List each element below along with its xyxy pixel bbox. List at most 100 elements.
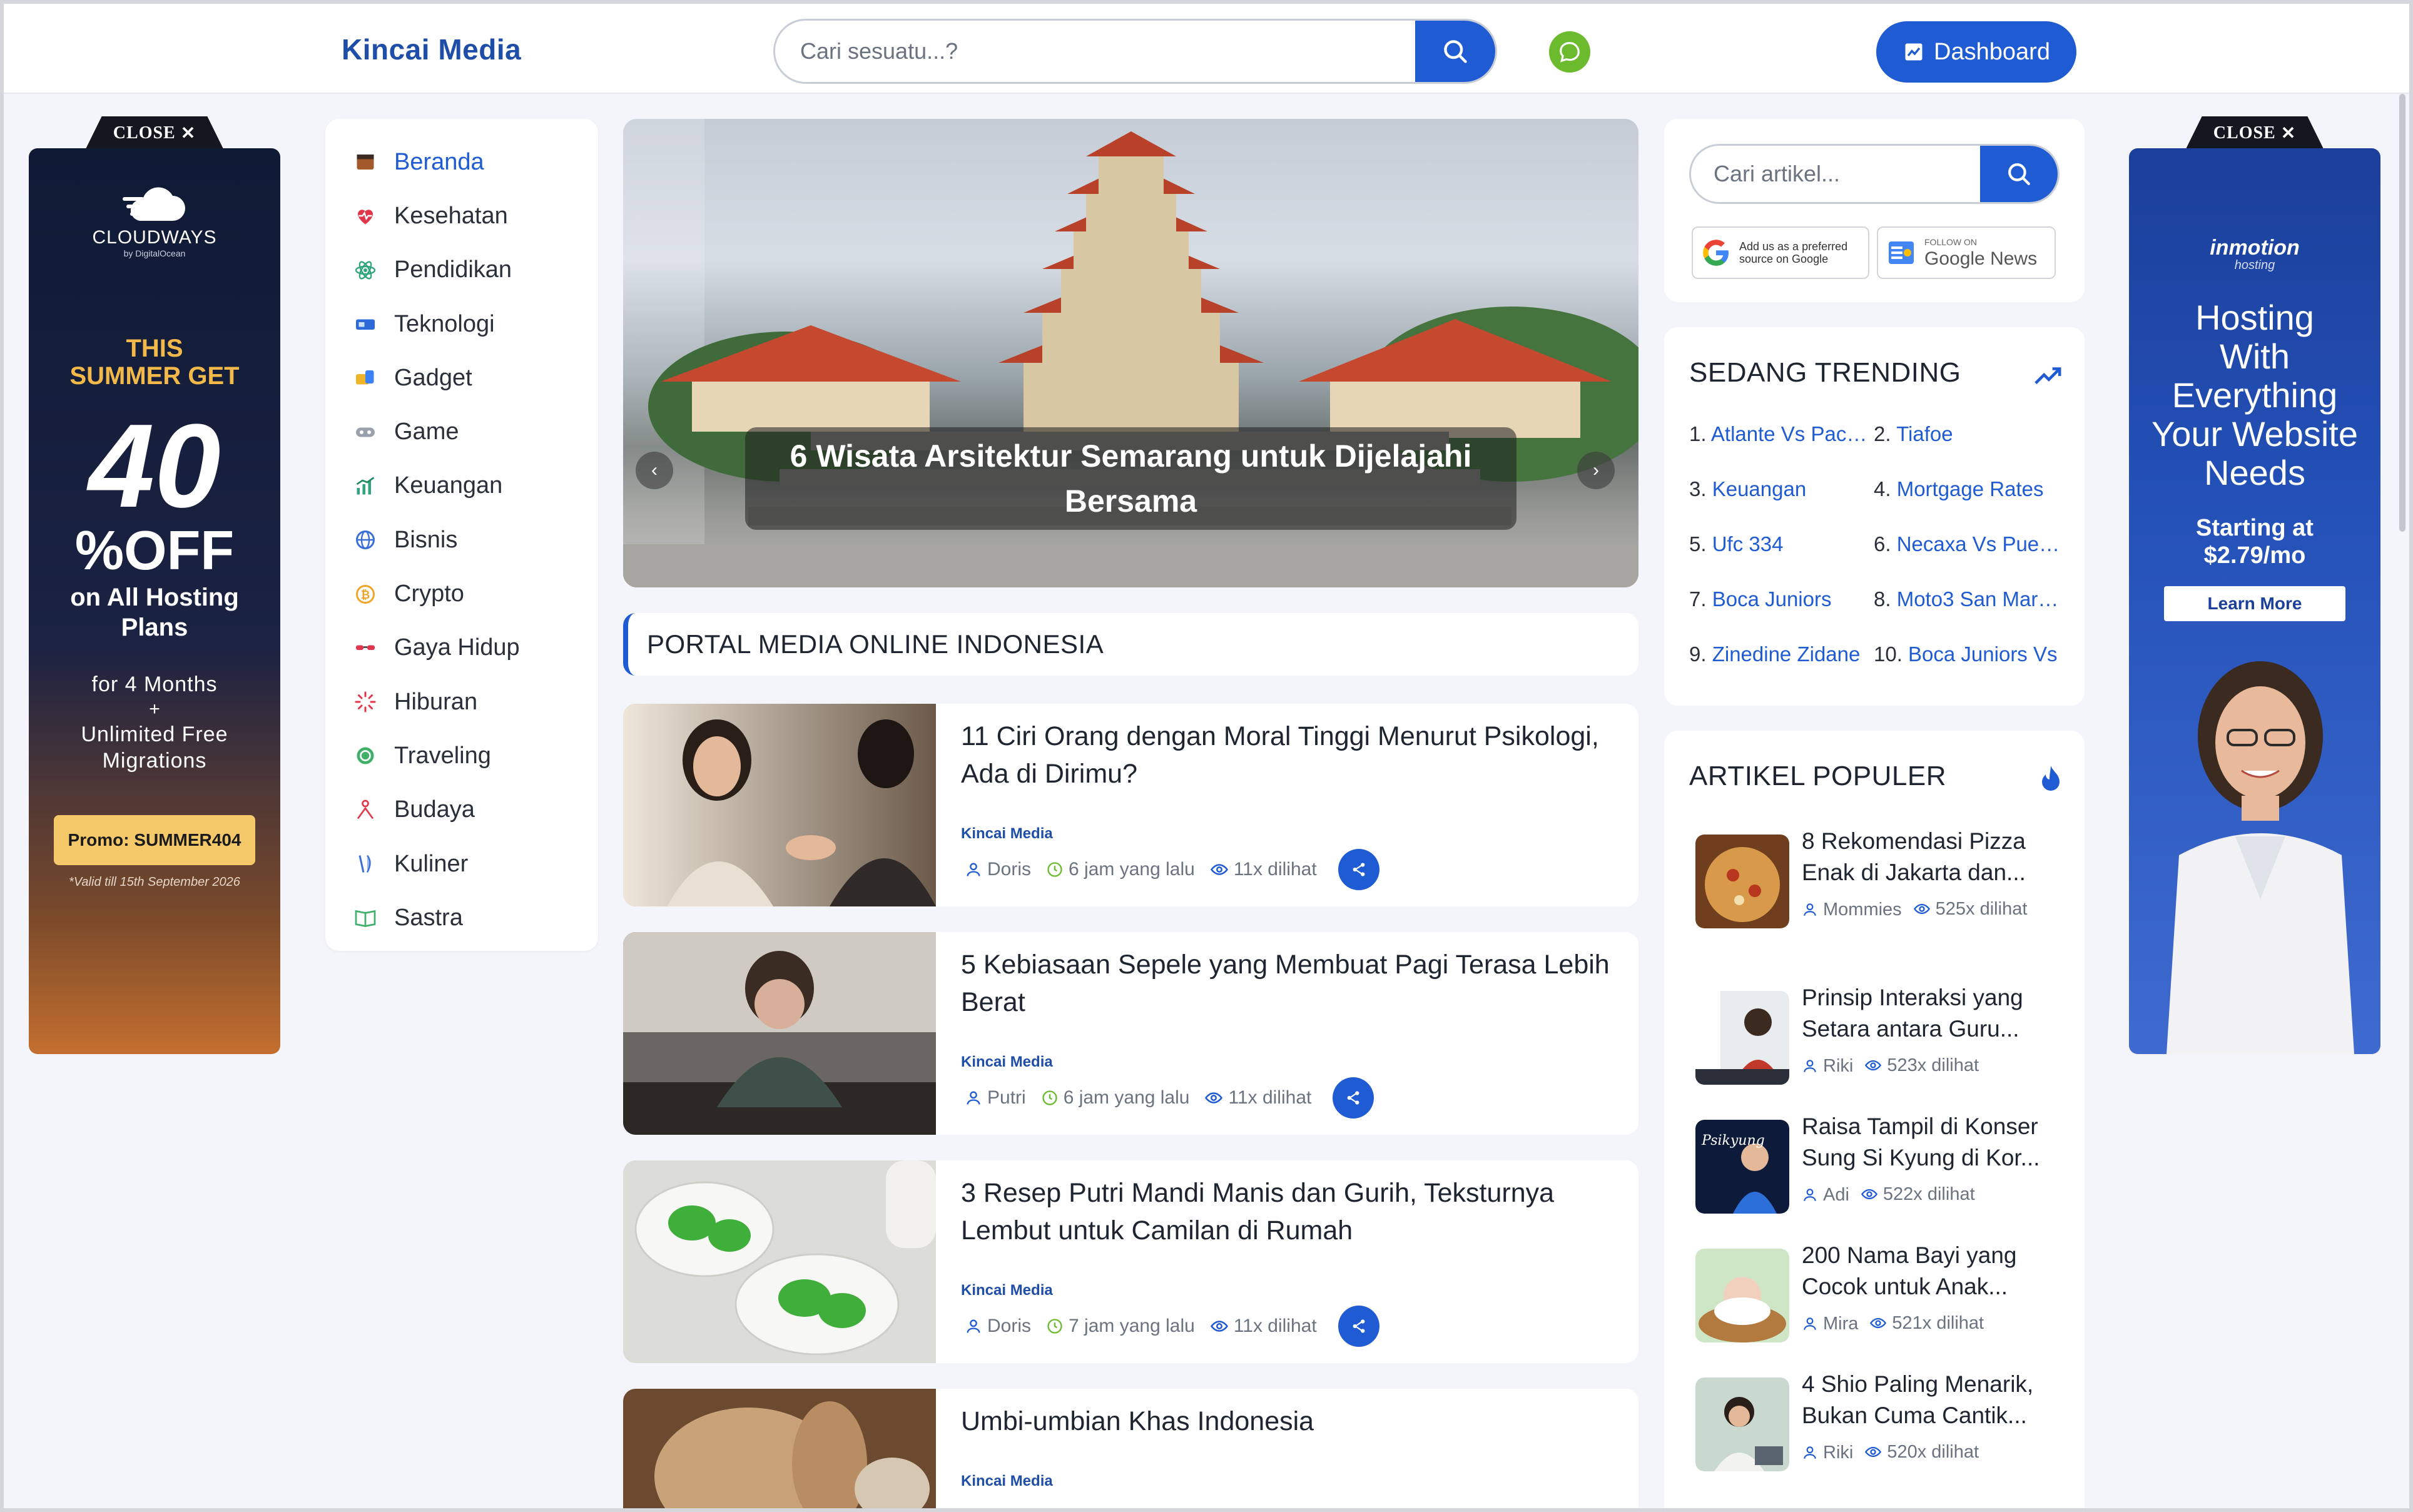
trending-title: SEDANG TRENDING	[1689, 357, 1961, 388]
hero-slider[interactable]: ‹ › 6 Wisata Arsitektur Semarang untuk D…	[623, 119, 1638, 587]
hero-next-button[interactable]: ›	[1577, 452, 1615, 489]
gamepad-icon	[352, 419, 379, 446]
nav-item-budaya[interactable]: Budaya	[325, 783, 598, 837]
article-meta: Putri 6 jam yang lalu 11x dilihat	[965, 1077, 1374, 1119]
popular-thumbnail	[1695, 835, 1789, 928]
nav-item-hiburan[interactable]: Hiburan	[325, 675, 598, 729]
right-ad-banner[interactable]: inmotion hosting Hosting With Everything…	[2129, 148, 2380, 1054]
trending-item[interactable]: 7. Boca Juniors	[1689, 587, 1867, 611]
heart-icon	[352, 202, 379, 230]
article-thumbnail	[623, 1160, 936, 1363]
book-icon	[352, 904, 379, 931]
article-meta: Doris 7 jam yang lalu 11x dilihat	[965, 1306, 1379, 1347]
nav-item-beranda[interactable]: Beranda	[325, 135, 598, 189]
google-news-badge[interactable]: FOLLOW ON Google News	[1877, 226, 2056, 279]
nav-item-traveling[interactable]: Traveling	[325, 729, 598, 783]
trending-item[interactable]: 6. Necaxa Vs Puebla	[1874, 532, 2061, 556]
article-search	[1689, 144, 2060, 204]
trending-item[interactable]: 5. Ufc 334	[1689, 532, 1867, 556]
clock-icon	[1047, 1319, 1062, 1334]
globe-icon	[352, 526, 379, 554]
trending-item[interactable]: 3. Keuangan	[1689, 477, 1867, 501]
popular-item[interactable]: Psikyung Raisa Tampil di Konser Sung Si …	[1689, 1110, 2065, 1229]
popular-title: ARTIKEL POPULER	[1689, 761, 1946, 791]
left-ad-banner[interactable]: CLOUDWAYS by DigitalOcean THIS SUMMER GE…	[29, 148, 280, 1054]
user-icon	[967, 1091, 980, 1105]
article-title[interactable]: 11 Ciri Orang dengan Moral Tinggi Menuru…	[961, 718, 1612, 793]
gadget-icon	[352, 364, 379, 392]
popular-thumbnail	[1695, 991, 1789, 1085]
nav-item-pendidikan[interactable]: Pendidikan	[325, 243, 598, 297]
article-search-button[interactable]	[1980, 146, 2058, 202]
left-ad-close-button[interactable]: CLOSE ✕	[85, 116, 224, 150]
nav-item-crypto[interactable]: ₿ Crypto	[325, 567, 598, 621]
trending-item[interactable]: 8. Moto3 San Marino	[1874, 587, 2061, 611]
trending-item[interactable]: 4. Mortgage Rates	[1874, 477, 2061, 501]
google-g-icon	[1703, 240, 1729, 266]
article-source[interactable]: Kincai Media	[961, 1282, 1053, 1299]
atom-icon	[352, 256, 379, 284]
article-title[interactable]: Umbi-umbian Khas Indonesia	[961, 1403, 1612, 1440]
dancer-icon	[352, 796, 379, 824]
article-thumbnail	[623, 704, 936, 906]
article-source[interactable]: Kincai Media	[961, 1473, 1053, 1490]
nav-item-gadget[interactable]: Gadget	[325, 351, 598, 405]
section-title: PORTAL MEDIA ONLINE INDONESIA	[623, 613, 1638, 676]
article-card[interactable]: 5 Kebiasaan Sepele yang Membuat Pagi Ter…	[623, 932, 1638, 1135]
header-search-button[interactable]	[1415, 21, 1495, 82]
trending-card: SEDANG TRENDING 1. Atlante Vs Pachuca 2. …	[1664, 327, 2085, 706]
nav-item-gaya-hidup[interactable]: Gaya Hidup	[325, 621, 598, 675]
learn-more-button[interactable]: Learn More	[2164, 586, 2345, 621]
share-button[interactable]	[1333, 1077, 1374, 1119]
trending-item[interactable]: 1. Atlante Vs Pachuca	[1689, 422, 1867, 446]
article-card[interactable]: Umbi-umbian Khas Indonesia Kincai Media	[623, 1389, 1638, 1508]
nav-item-sastra[interactable]: Sastra	[325, 891, 598, 945]
trending-item[interactable]: 2. Tiafoe	[1874, 422, 2061, 446]
trending-item[interactable]: 9. Zinedine Zidane	[1689, 642, 1867, 666]
article-title[interactable]: 5 Kebiasaan Sepele yang Membuat Pagi Ter…	[961, 946, 1612, 1021]
page-scrollbar[interactable]	[2399, 94, 2405, 532]
eye-icon	[1861, 1189, 1877, 1200]
share-button[interactable]	[1338, 1306, 1379, 1347]
device-icon	[352, 310, 379, 338]
popular-item[interactable]: 8 Rekomendasi Pizza Enak di Jakarta dan.…	[1689, 824, 2065, 943]
popular-item[interactable]: 4 Shio Paling Menarik, Bukan Cuma Cantik…	[1689, 1367, 2065, 1486]
article-card[interactable]: 11 Ciri Orang dengan Moral Tinggi Menuru…	[623, 704, 1638, 906]
site-logo[interactable]: Kincai Media	[342, 33, 521, 66]
trending-item[interactable]: 10. Boca Juniors Vs	[1874, 642, 2061, 666]
home-icon	[352, 148, 379, 176]
user-icon	[967, 863, 980, 876]
header-search-input[interactable]	[775, 21, 1401, 82]
eye-icon	[1870, 1317, 1887, 1329]
article-title[interactable]: 3 Resep Putri Mandi Manis dan Gurih, Tek…	[961, 1174, 1612, 1249]
share-button[interactable]	[1338, 849, 1379, 890]
dashboard-button[interactable]: Dashboard	[1876, 21, 2076, 83]
nav-item-game[interactable]: Game	[325, 405, 598, 459]
popular-thumbnail	[1695, 1378, 1789, 1471]
nav-item-kesehatan[interactable]: Kesehatan	[325, 189, 598, 243]
popular-item[interactable]: Prinsip Interaksi yang Setara antara Gur…	[1689, 981, 2065, 1100]
woman-photo	[2167, 661, 2354, 1054]
article-thumbnail	[623, 1389, 936, 1508]
popular-item[interactable]: 200 Nama Bayi yang Cocok untuk Anak... M…	[1689, 1239, 2065, 1357]
article-meta: Doris 6 jam yang lalu 11x dilihat	[965, 849, 1379, 890]
nav-item-teknologi[interactable]: Teknologi	[325, 297, 598, 351]
nav-item-keuangan[interactable]: Keuangan	[325, 459, 598, 513]
chat-icon[interactable]	[1549, 31, 1590, 73]
article-source[interactable]: Kincai Media	[961, 825, 1053, 843]
chart-icon	[352, 472, 379, 500]
food-icon	[352, 850, 379, 878]
nav-item-bisnis[interactable]: Bisnis	[325, 513, 598, 567]
article-card[interactable]: 3 Resep Putri Mandi Manis dan Gurih, Tek…	[623, 1160, 1638, 1363]
search-icon	[1444, 40, 1467, 63]
google-preferred-badge[interactable]: Add us as a preferred source on Google	[1692, 226, 1869, 279]
article-search-input[interactable]	[1691, 146, 1985, 202]
eye-icon	[1205, 1092, 1223, 1104]
nav-item-kuliner[interactable]: Kuliner	[325, 837, 598, 891]
user-icon	[1804, 1189, 1816, 1201]
hero-prev-button[interactable]: ‹	[636, 452, 673, 489]
right-ad-close-button[interactable]: CLOSE ✕	[2185, 116, 2324, 150]
article-source[interactable]: Kincai Media	[961, 1053, 1053, 1071]
hero-caption[interactable]: 6 Wisata Arsitektur Semarang untuk Dijel…	[745, 427, 1516, 530]
popular-card: ARTIKEL POPULER 8 Rekomendasi Pizza Enak…	[1664, 731, 2085, 1508]
